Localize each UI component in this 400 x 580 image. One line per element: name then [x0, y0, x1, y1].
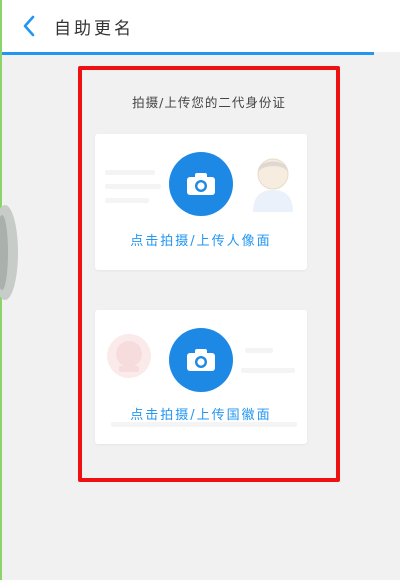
camera-button-front[interactable] [169, 152, 233, 216]
placeholder-line [105, 184, 161, 189]
portrait-silhouette-icon [253, 158, 293, 212]
camera-icon [187, 349, 215, 371]
chevron-left-icon [23, 15, 35, 37]
background-decoration [0, 205, 18, 300]
camera-button-back[interactable] [169, 328, 233, 392]
header-underline [2, 52, 374, 55]
placeholder-line [245, 348, 273, 353]
upload-back-label[interactable]: 点击拍摄/上传国徽面 [95, 404, 307, 423]
page-title: 自助更名 [54, 19, 134, 39]
placeholder-line [241, 368, 295, 373]
upload-instruction: 拍摄/上传您的二代身份证 [132, 95, 286, 110]
id-back-card[interactable]: 点击拍摄/上传国徽面 [95, 310, 307, 444]
placeholder-line [105, 198, 149, 203]
back-button[interactable] [16, 13, 42, 39]
national-emblem-icon [107, 334, 151, 378]
placeholder-line [105, 170, 155, 175]
highlight-frame: 拍摄/上传您的二代身份证 点击拍摄/上传人像面 点击拍摄/上传国徽面 [78, 66, 340, 482]
upload-front-label[interactable]: 点击拍摄/上传人像面 [95, 230, 307, 249]
top-bar: 自助更名 [2, 0, 400, 52]
id-front-card[interactable]: 点击拍摄/上传人像面 [95, 134, 307, 270]
camera-icon [187, 173, 215, 195]
